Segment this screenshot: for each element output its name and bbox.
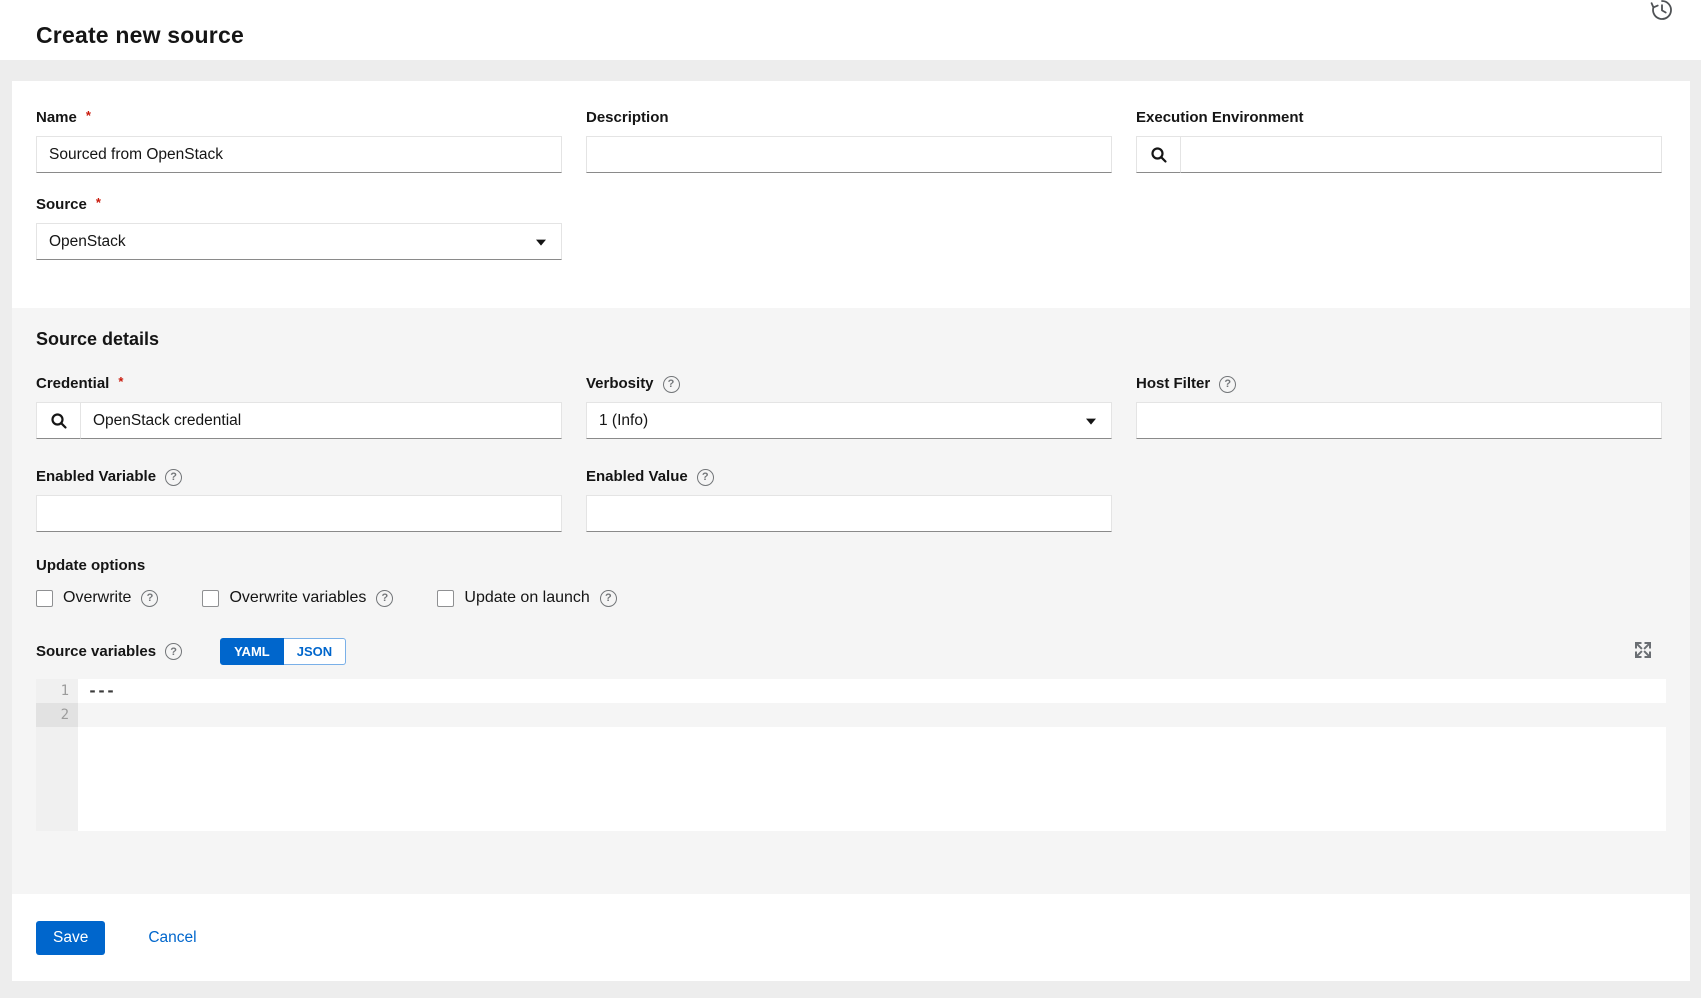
- verbosity-label: Verbosity: [586, 375, 654, 393]
- line-number: 2: [36, 703, 78, 727]
- search-icon: [50, 412, 68, 430]
- verbosity-select[interactable]: 1 (Info): [586, 402, 1112, 439]
- expand-icon[interactable]: [1632, 640, 1654, 662]
- page-header: Create new source: [0, 0, 1701, 60]
- description-label: Description: [586, 109, 669, 127]
- history-icon[interactable]: [1649, 0, 1675, 24]
- update-on-launch-option: Update on launch ?: [437, 589, 616, 607]
- execution-environment-input[interactable]: [1181, 136, 1662, 173]
- host-filter-label: Host Filter: [1136, 375, 1210, 393]
- description-input[interactable]: [586, 136, 1112, 173]
- source-variables-label: Source variables: [36, 643, 156, 660]
- form-card: Name * Description Execution Environment: [12, 81, 1690, 981]
- help-icon[interactable]: ?: [663, 376, 680, 393]
- name-label: Name: [36, 109, 77, 127]
- name-field-group: Name *: [36, 109, 562, 173]
- verbosity-field-group: Verbosity ? 1 (Info): [586, 375, 1112, 439]
- execution-environment-label: Execution Environment: [1136, 109, 1304, 127]
- host-filter-field-group: Host Filter ?: [1136, 375, 1662, 439]
- chevron-down-icon: [1086, 418, 1096, 424]
- source-label: Source: [36, 196, 87, 214]
- overwrite-variables-checkbox[interactable]: [202, 590, 219, 607]
- help-icon[interactable]: ?: [141, 590, 158, 607]
- editor-empty-area: [36, 727, 1666, 831]
- line-number: 1: [36, 679, 78, 703]
- source-details-section: Source details Credential *: [12, 308, 1690, 894]
- enabled-value-input[interactable]: [586, 495, 1112, 532]
- execution-environment-field-group: Execution Environment: [1136, 109, 1662, 173]
- source-variables-editor[interactable]: 1 --- 2: [36, 679, 1666, 831]
- source-details-heading: Source details: [36, 308, 1666, 350]
- description-field-group: Description: [586, 109, 1112, 173]
- editor-line: 1 ---: [36, 679, 1666, 703]
- enabled-value-label: Enabled Value: [586, 468, 688, 486]
- search-icon: [1150, 146, 1168, 164]
- credential-search-button[interactable]: [36, 402, 81, 439]
- help-icon[interactable]: ?: [697, 469, 714, 486]
- enabled-value-field-group: Enabled Value ?: [586, 468, 1112, 532]
- update-on-launch-checkbox[interactable]: [437, 590, 454, 607]
- help-icon[interactable]: ?: [165, 469, 182, 486]
- line-content: [78, 703, 1666, 727]
- enabled-variable-field-group: Enabled Variable ?: [36, 468, 562, 532]
- update-options-heading: Update options: [36, 557, 1666, 574]
- enabled-variable-label: Enabled Variable: [36, 468, 156, 486]
- credential-input[interactable]: [81, 402, 562, 439]
- editor-line-active: 2: [36, 703, 1666, 727]
- credential-label: Credential: [36, 375, 109, 393]
- help-icon[interactable]: ?: [165, 643, 182, 660]
- enabled-variable-input[interactable]: [36, 495, 562, 532]
- overwrite-option: Overwrite ?: [36, 589, 158, 607]
- overwrite-label: Overwrite: [63, 589, 131, 607]
- update-on-launch-label: Update on launch: [464, 589, 589, 607]
- json-toggle-button[interactable]: JSON: [284, 638, 346, 665]
- source-select-value: OpenStack: [49, 233, 126, 251]
- name-input[interactable]: [36, 136, 562, 173]
- host-filter-input[interactable]: [1136, 402, 1662, 439]
- credential-field-group: Credential *: [36, 375, 562, 439]
- help-icon[interactable]: ?: [1219, 376, 1236, 393]
- required-asterisk: *: [86, 107, 91, 125]
- overwrite-checkbox[interactable]: [36, 590, 53, 607]
- page-title: Create new source: [36, 22, 244, 49]
- overwrite-variables-option: Overwrite variables ?: [202, 589, 393, 607]
- overwrite-variables-label: Overwrite variables: [229, 589, 366, 607]
- help-icon[interactable]: ?: [600, 590, 617, 607]
- required-asterisk: *: [96, 194, 101, 212]
- variables-format-toggle: YAML JSON: [220, 638, 346, 665]
- cancel-button[interactable]: Cancel: [148, 929, 196, 947]
- help-icon[interactable]: ?: [376, 590, 393, 607]
- save-button[interactable]: Save: [36, 921, 105, 955]
- yaml-toggle-button[interactable]: YAML: [220, 638, 284, 665]
- required-asterisk: *: [118, 373, 123, 391]
- line-content: ---: [78, 679, 1666, 703]
- chevron-down-icon: [536, 239, 546, 245]
- execution-environment-search-button[interactable]: [1136, 136, 1181, 173]
- verbosity-select-value: 1 (Info): [599, 412, 648, 430]
- source-select[interactable]: OpenStack: [36, 223, 562, 260]
